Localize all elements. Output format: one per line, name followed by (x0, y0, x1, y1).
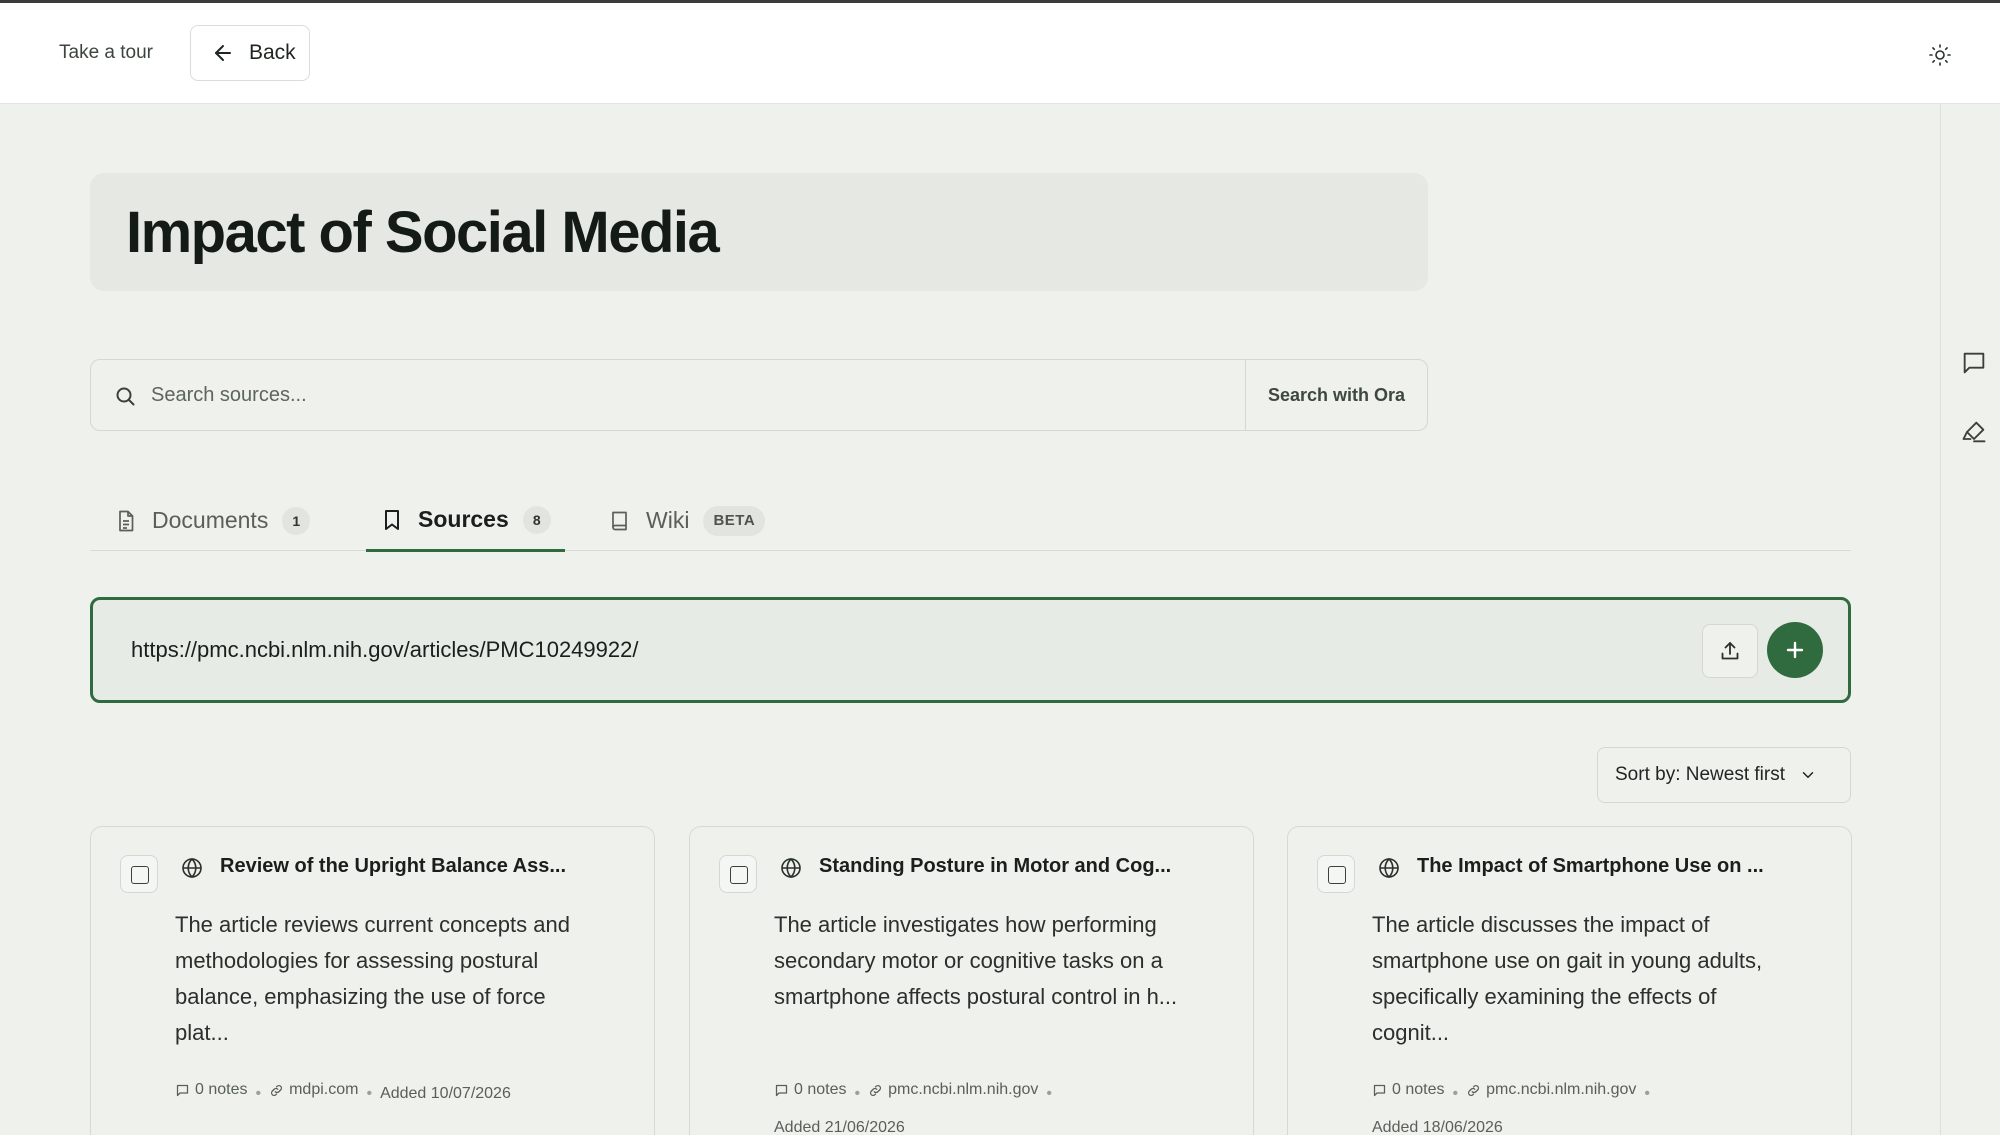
source-card[interactable]: Standing Posture in Motor and Cog... The… (689, 826, 1254, 1135)
documents-count-badge: 1 (282, 506, 311, 535)
comment-icon[interactable] (1960, 349, 1988, 377)
notes-count: 0 notes (1392, 1081, 1445, 1098)
top-bar: Take a tour Back (0, 3, 2000, 104)
source-domain[interactable]: pmc.ncbi.nlm.nih.gov (1486, 1073, 1636, 1107)
source-domain[interactable]: pmc.ncbi.nlm.nih.gov (888, 1073, 1038, 1107)
highlighter-icon[interactable] (1960, 418, 1988, 446)
sort-label: Sort by: Newest first (1615, 764, 1785, 785)
globe-icon (781, 857, 801, 879)
add-source-url-box (90, 597, 1851, 703)
source-added-date: Added 21/06/2026 (774, 1118, 905, 1135)
back-button-label: Back (249, 41, 296, 64)
source-card[interactable]: Review of the Upright Balance Ass... The… (90, 826, 655, 1135)
source-title[interactable]: Standing Posture in Motor and Cog... (819, 855, 1239, 878)
search-input[interactable] (151, 360, 1251, 430)
source-added-date: Added 10/07/2026 (380, 1084, 511, 1102)
globe-icon (182, 857, 202, 879)
book-icon (612, 511, 627, 530)
search-icon (116, 387, 135, 406)
bookmark-icon (385, 509, 399, 530)
note-icon (176, 1084, 189, 1096)
source-select-checkbox[interactable] (719, 855, 757, 893)
source-added-date: Added 18/06/2026 (1372, 1118, 1503, 1135)
tab-documents[interactable]: Documents 1 (114, 490, 311, 551)
sun-icon[interactable] (1928, 43, 1952, 67)
source-select-checkbox[interactable] (1317, 855, 1355, 893)
source-domain[interactable]: mdpi.com (289, 1073, 358, 1107)
plus-icon (1786, 641, 1804, 659)
source-title[interactable]: The Impact of Smartphone Use on ... (1417, 855, 1837, 878)
source-meta: 0 notes • mdpi.com • Added 10/07/2026 (175, 1073, 575, 1111)
source-select-checkbox[interactable] (120, 855, 158, 893)
source-card[interactable]: The Impact of Smartphone Use on ... The … (1287, 826, 1852, 1135)
note-icon (775, 1084, 788, 1096)
search-with-ora-button[interactable]: Search with Ora (1245, 360, 1427, 430)
notes-count: 0 notes (794, 1081, 847, 1098)
link-icon (870, 1084, 882, 1096)
arrow-left-icon (215, 45, 231, 61)
page-title[interactable]: Impact of Social Media (126, 199, 720, 266)
source-url-input[interactable] (131, 600, 1631, 700)
document-icon (119, 510, 134, 531)
right-rail-divider (1940, 104, 1941, 1135)
sources-count-badge: 8 (522, 505, 551, 534)
source-description: The article discusses the impact of smar… (1372, 912, 1763, 1045)
source-search-bar: Search with Ora (90, 359, 1428, 431)
add-source-button[interactable] (1767, 622, 1823, 678)
tab-wiki-label: Wiki (646, 507, 690, 533)
notes-count: 0 notes (195, 1081, 248, 1098)
beta-badge: BETA (703, 505, 766, 536)
source-description: The article investigates how performing … (774, 912, 1178, 1009)
tab-bar: Documents 1 Sources 8 Wiki BETA (90, 490, 1851, 552)
project-title-card: Impact of Social Media (90, 173, 1428, 291)
source-meta: 0 notes • pmc.ncbi.nlm.nih.gov • Added 18/06… (1372, 1073, 1772, 1135)
tab-documents-label: Documents (152, 507, 269, 533)
source-description: The article reviews current concepts and… (175, 912, 570, 1045)
sort-dropdown[interactable]: Sort by: Newest first (1597, 747, 1851, 803)
source-meta: 0 notes • pmc.ncbi.nlm.nih.gov • Added 21/06… (774, 1073, 1174, 1135)
link-icon (271, 1084, 283, 1096)
upload-file-button[interactable] (1702, 624, 1758, 678)
note-icon (1373, 1084, 1386, 1096)
chevron-down-icon (1802, 772, 1814, 778)
tab-sources-label: Sources (418, 506, 509, 532)
back-button[interactable]: Back (190, 25, 310, 81)
source-title[interactable]: Review of the Upright Balance Ass... (220, 855, 640, 878)
take-a-tour-link[interactable]: Take a tour (59, 42, 153, 64)
tab-wiki[interactable]: Wiki BETA (608, 490, 766, 551)
upload-icon (1721, 642, 1739, 660)
globe-icon (1379, 857, 1399, 879)
tab-sources[interactable]: Sources 8 (366, 490, 565, 552)
link-icon (1468, 1084, 1480, 1096)
